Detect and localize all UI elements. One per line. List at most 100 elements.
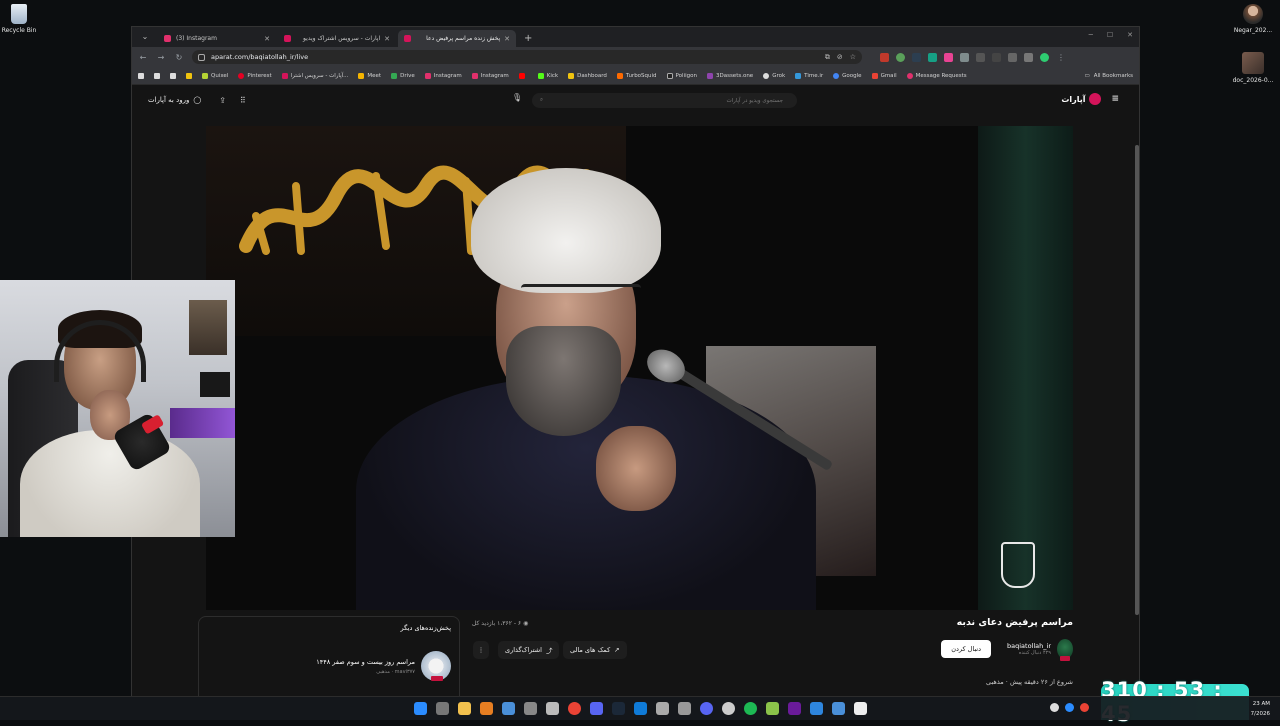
extension-icon[interactable] xyxy=(1008,52,1017,62)
more-options-icon[interactable]: ⋮ xyxy=(473,641,489,659)
page-scrollbar[interactable] xyxy=(1135,145,1139,615)
chrome-icon[interactable] xyxy=(568,702,581,715)
address-bar[interactable]: aparat.com/baqiatollah_ir/live ⧉ ⊘ ☆ xyxy=(192,50,862,64)
bookmark-timeir[interactable]: Time.ir xyxy=(795,72,823,79)
tab-aparat[interactable]: آپارات - سرویس اشتراک ویدیو ✕ xyxy=(278,30,396,47)
upload-icon[interactable]: ⇪ xyxy=(219,96,226,105)
bookmark-icon[interactable] xyxy=(186,72,192,79)
new-tab-icon[interactable]: + xyxy=(524,33,532,44)
desktop-file-icon-2[interactable]: doc_2026-0... xyxy=(1230,52,1276,84)
forward-icon[interactable]: → xyxy=(156,53,166,62)
bookmark-poliigon[interactable]: Poliigon xyxy=(666,72,697,79)
bookmark-youtube[interactable] xyxy=(518,72,528,79)
settings-gear-icon[interactable] xyxy=(524,702,537,715)
tab-search-icon[interactable]: ⌄ xyxy=(138,30,152,44)
maximize-icon[interactable]: ☐ xyxy=(1107,31,1113,39)
tray-icon[interactable] xyxy=(1050,703,1059,712)
live-thumbnail[interactable] xyxy=(421,651,451,681)
app-icon[interactable] xyxy=(766,702,779,715)
extension-icon[interactable] xyxy=(1024,52,1033,62)
bookmark-gmail[interactable]: Gmail xyxy=(871,72,897,79)
app-icon[interactable] xyxy=(656,702,669,715)
list-item[interactable]: مراسم روز بیست و سوم صفر ۱۴۴۸ mavi۳۷۷ · … xyxy=(316,651,451,681)
app-icon[interactable] xyxy=(678,702,691,715)
tray-icon[interactable] xyxy=(1080,703,1089,712)
bookmark-dashboard[interactable]: Dashboard xyxy=(568,72,607,79)
reload-icon[interactable]: ↻ xyxy=(174,53,184,62)
profile-icon[interactable] xyxy=(1040,52,1049,62)
app-icon[interactable] xyxy=(744,702,757,715)
bookmark-turbosquid[interactable]: TurboSquid xyxy=(616,72,657,79)
bookmark-quixel[interactable]: Quixel xyxy=(202,72,228,79)
close-window-icon[interactable]: ✕ xyxy=(1127,31,1133,39)
app-icon[interactable] xyxy=(502,702,515,715)
eye-off-icon[interactable]: ⊘ xyxy=(837,53,843,62)
bookmark-3dassets[interactable]: 3Dassets.one xyxy=(706,72,753,79)
bookmark-pinterest[interactable]: Pinterest xyxy=(238,72,272,79)
app-icon[interactable] xyxy=(854,702,867,715)
task-view-icon[interactable] xyxy=(436,702,449,715)
app-icon[interactable] xyxy=(788,702,801,715)
close-icon[interactable]: ✕ xyxy=(504,35,510,43)
bookmark-icon[interactable] xyxy=(138,72,144,79)
bookmark-icon[interactable] xyxy=(154,72,160,79)
recycle-bin-icon[interactable]: Recycle Bin xyxy=(0,4,38,34)
system-clock[interactable]: 23 AM 7/2026 xyxy=(1251,699,1270,719)
extension-icon[interactable] xyxy=(912,52,921,62)
bookmark-icon[interactable] xyxy=(170,72,176,79)
app-icon[interactable] xyxy=(546,702,559,715)
bookmark-message-requests[interactable]: Message Requests xyxy=(906,72,967,79)
extension-icon[interactable] xyxy=(992,52,1001,62)
install-icon[interactable]: ⧉ xyxy=(825,53,830,62)
app-icon[interactable] xyxy=(722,702,735,715)
close-icon[interactable]: ✕ xyxy=(264,35,270,43)
tab-aparat-live[interactable]: پخش زنده مراسم پرفیض دعا ✕ xyxy=(398,30,516,47)
extension-icon[interactable] xyxy=(880,52,889,62)
aparat-logo[interactable]: آپارات ≡ xyxy=(1061,93,1119,105)
login-button[interactable]: ورود به آپارات ◯ xyxy=(148,96,201,104)
share-button[interactable]: اشتراک‌گذاری ⤴ xyxy=(498,641,560,659)
app-icon[interactable] xyxy=(832,702,845,715)
extension-icon[interactable] xyxy=(928,52,937,62)
discord-icon[interactable] xyxy=(700,702,713,715)
app-icon[interactable] xyxy=(810,702,823,715)
follow-button[interactable]: دنبال کردن xyxy=(941,640,991,658)
search-bar[interactable]: ⌕ جستجوی ویدیو در آپارات xyxy=(532,93,797,108)
bookmark-instagram-1[interactable]: Instagram xyxy=(424,72,462,79)
category-link[interactable]: مذهبی xyxy=(986,678,1004,686)
microphone-icon[interactable]: 🎙 xyxy=(512,93,522,102)
bookmark-star-icon[interactable]: ☆ xyxy=(850,53,856,62)
steam-icon[interactable] xyxy=(612,702,625,715)
channel-name[interactable]: baqiatollah_ir xyxy=(1007,642,1051,650)
desktop-file-icon-1[interactable]: Negar_202... xyxy=(1230,4,1276,34)
bookmark-grok[interactable]: Grok xyxy=(763,72,785,79)
video-player[interactable] xyxy=(206,126,1073,610)
close-icon[interactable]: ✕ xyxy=(384,35,390,43)
hamburger-menu-icon[interactable]: ≡ xyxy=(1111,94,1119,104)
tab-instagram[interactable]: (3) Instagram ✕ xyxy=(158,30,276,47)
extension-icon[interactable] xyxy=(976,52,985,62)
app-icon[interactable] xyxy=(590,702,603,715)
search-input[interactable]: جستجوی ویدیو در آپارات xyxy=(543,98,789,104)
extension-icon[interactable] xyxy=(896,52,905,62)
puzzle-icon[interactable] xyxy=(960,52,969,62)
bookmark-instagram-2[interactable]: Instagram xyxy=(471,72,509,79)
back-icon[interactable]: ← xyxy=(138,53,148,62)
menu-dots-icon[interactable]: ⋮ xyxy=(1056,53,1066,62)
channel-avatar[interactable] xyxy=(1057,639,1073,661)
start-icon[interactable] xyxy=(414,702,427,715)
extension-icon[interactable] xyxy=(944,52,953,62)
live-title[interactable]: مراسم روز بیست و سوم صفر ۱۴۴۸ xyxy=(316,658,415,666)
file-explorer-icon[interactable] xyxy=(458,702,471,715)
bookmark-google[interactable]: Google xyxy=(833,72,862,79)
all-bookmarks[interactable]: ▭ All Bookmarks xyxy=(1085,73,1134,79)
bookmark-meet[interactable]: Meet xyxy=(358,72,381,79)
site-info-icon[interactable] xyxy=(198,53,205,61)
tray-icon[interactable] xyxy=(1065,703,1074,712)
donate-button[interactable]: کمک های مالی ↗ xyxy=(563,641,627,659)
app-icon[interactable] xyxy=(634,702,647,715)
bookmark-drive[interactable]: Drive xyxy=(391,72,415,79)
search-icon[interactable] xyxy=(480,702,493,715)
bookmark-aparat[interactable]: آپارات - سرویس اشترا... xyxy=(281,72,348,79)
bookmark-kick[interactable]: Kick xyxy=(537,72,558,79)
